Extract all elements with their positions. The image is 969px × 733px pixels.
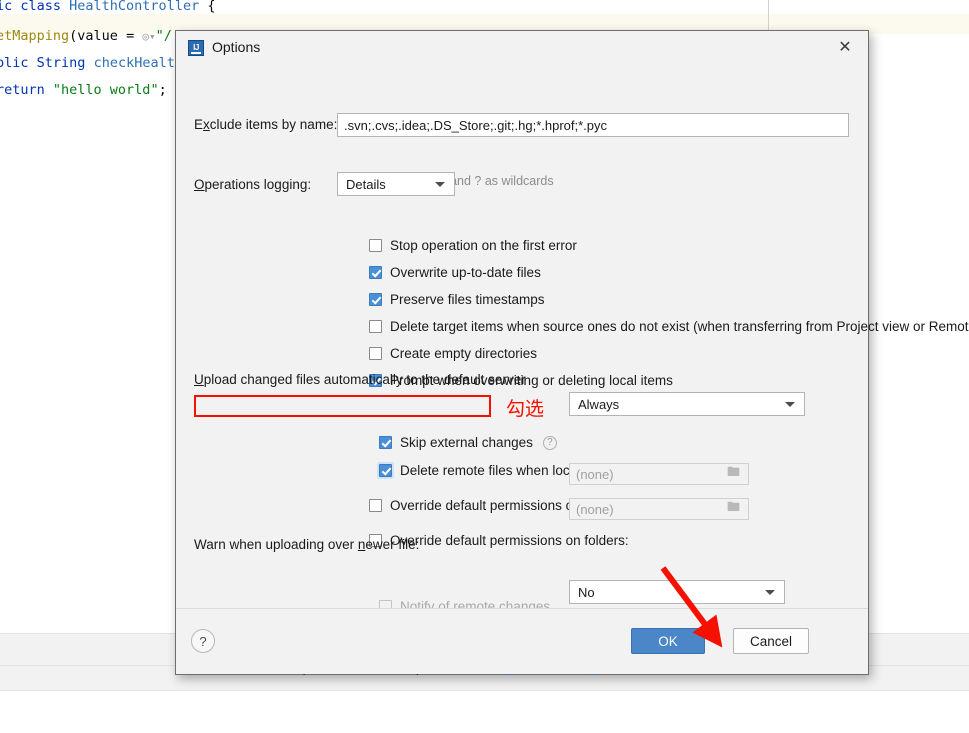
checkbox-label-override-permissions-folders: Override default permissions on folders: [390,533,629,548]
intellij-idea-icon: IJ [188,40,204,56]
cancel-button[interactable]: Cancel [733,628,809,654]
ok-button[interactable]: OK [631,628,705,654]
checkbox-preserve-files-timestamps[interactable]: Preserve files timestamps [369,292,545,307]
editor-divider-footer [0,690,969,691]
chevron-down-icon [765,590,775,595]
code-line-method-signature: blic String checkHealt [0,55,175,71]
upload-changed-files-label: Upload changed files automatically to th… [194,372,526,387]
checkbox-label-preserve-files-timestamps: Preserve files timestamps [390,292,545,307]
override-permissions-files-input[interactable]: (none) 🖿 [569,463,749,485]
checkbox-box-create-empty-directories[interactable] [369,347,382,360]
override-permissions-folders-input[interactable]: (none) 🖿 [569,498,749,520]
help-button[interactable]: ? [191,629,215,653]
checkbox-delete-target-items[interactable]: Delete target items when source ones do … [369,319,969,334]
help-icon[interactable]: ? [542,435,557,450]
checkbox-label-stop-operation-on-first-error: Stop operation on the first error [390,238,577,253]
checkbox-create-empty-directories[interactable]: Create empty directories [369,346,537,361]
upload-mode-combobox[interactable]: Always [569,392,805,416]
annotation-note-text: 勾选 [506,398,545,420]
folder-icon[interactable]: 🖿 [727,463,740,485]
dialog-body: Exclude items by name: .svn;.cvs;.idea;.… [176,65,969,675]
dialog-footer: ? OK Cancel [176,608,868,674]
checkbox-box-delete-target-items[interactable] [369,320,382,333]
ij-icon-bar [191,52,201,54]
dialog-titlebar: IJ Options ✕ [176,31,868,65]
operations-logging-combobox[interactable]: Details [337,172,455,196]
checkbox-box-skip-external-changes[interactable] [379,436,392,449]
editor-right-margin-guide [768,0,769,34]
checkbox-label-skip-external-changes: Skip external changes [400,435,533,450]
checkbox-box-delete-remote-files-when-local-deleted[interactable] [379,464,392,477]
checkbox-overwrite-up-to-date-files[interactable]: Overwrite up-to-date files [369,265,541,280]
code-line-class-decl: ic class HealthController { [0,0,216,14]
chevron-down-icon [435,182,445,187]
exclude-items-input[interactable]: .svn;.cvs;.idea;.DS_Store;.git;.hg;*.hpr… [337,113,849,137]
checkbox-box-stop-operation-on-first-error[interactable] [369,239,382,252]
dialog-title: Options [212,39,261,55]
code-line-get-mapping: etMapping(value = ◎▾"/ [0,28,172,44]
chevron-down-icon [785,402,795,407]
checkbox-label-delete-target-items: Delete target items when source ones do … [390,319,969,334]
close-icon[interactable]: ✕ [834,37,856,59]
checkbox-box-preserve-files-timestamps[interactable] [369,293,382,306]
code-line-return-hello: return "hello world"; [0,82,167,98]
checkbox-label-create-empty-directories: Create empty directories [390,346,538,361]
warn-newer-file-combobox[interactable]: No [569,580,785,604]
folder-icon[interactable]: 🖿 [727,498,740,520]
ops-log-lbl: Operations logging: [194,177,312,192]
ij-icon-text: IJ [193,43,199,52]
checkbox-box-overwrite-up-to-date-files[interactable] [369,266,382,279]
checkbox-box-override-permissions-files[interactable] [369,499,382,512]
checkbox-skip-external-changes[interactable]: Skip external changes? [379,435,557,450]
options-dialog: IJ Options ✕ Exclude items by name: .svn… [175,30,969,675]
exclude-items-label: Exclude items by name: [194,117,338,132]
checkbox-label-overwrite-up-to-date-files: Overwrite up-to-date files [390,265,541,280]
checkbox-stop-operation-on-first-error[interactable]: Stop operation on the first error [369,238,577,253]
warn-newer-file-label: Warn when uploading over newer file: [194,537,420,552]
